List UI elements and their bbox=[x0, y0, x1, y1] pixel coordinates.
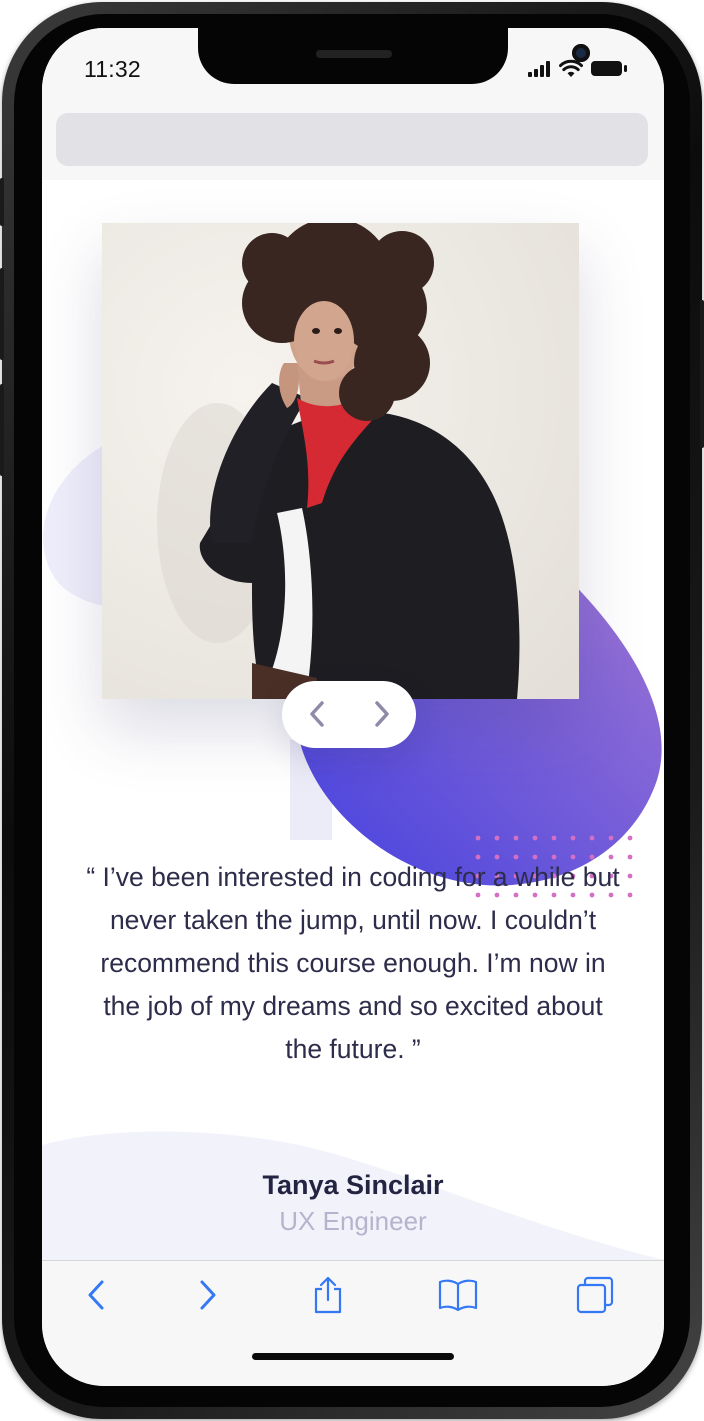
decoration-dot bbox=[532, 835, 538, 841]
decoration-dot bbox=[627, 854, 633, 860]
share-button[interactable] bbox=[308, 1275, 348, 1315]
wifi-icon bbox=[559, 59, 583, 77]
forward-button[interactable] bbox=[188, 1275, 228, 1315]
tabs-icon bbox=[576, 1276, 614, 1314]
bookmarks-icon bbox=[438, 1279, 478, 1312]
home-indicator bbox=[252, 1353, 454, 1360]
decoration-dot bbox=[475, 835, 481, 841]
mute-switch bbox=[0, 178, 4, 226]
testimonial-photo bbox=[102, 223, 579, 699]
speaker bbox=[316, 50, 392, 58]
tabs-button[interactable] bbox=[575, 1275, 615, 1315]
carousel-controls bbox=[282, 681, 416, 748]
back-icon bbox=[88, 1280, 104, 1310]
chevron-left-icon bbox=[310, 701, 324, 727]
decoration-dot bbox=[570, 835, 576, 841]
address-bar[interactable] bbox=[56, 113, 648, 166]
status-time: 11:32 bbox=[84, 56, 141, 82]
next-button[interactable] bbox=[357, 689, 407, 739]
battery-icon bbox=[591, 61, 627, 76]
volume-down-button bbox=[0, 384, 4, 476]
decoration-dot bbox=[627, 835, 633, 841]
share-icon bbox=[314, 1276, 342, 1314]
decoration-dot bbox=[551, 835, 557, 841]
power-button bbox=[700, 300, 704, 448]
back-button[interactable] bbox=[76, 1275, 116, 1315]
notch bbox=[198, 28, 590, 84]
decoration-dot bbox=[608, 835, 614, 841]
web-page: “ I’ve been interested in coding for a w… bbox=[42, 180, 664, 1260]
decoration-dot bbox=[513, 835, 519, 841]
forward-icon bbox=[200, 1280, 216, 1310]
author-role: UX Engineer bbox=[279, 1206, 427, 1236]
testimonial-quote: “ I’ve been interested in coding for a w… bbox=[86, 862, 620, 1064]
browser-toolbar bbox=[42, 1260, 664, 1386]
decoration-dot bbox=[589, 835, 595, 841]
bookmarks-button[interactable] bbox=[438, 1275, 478, 1315]
chevron-right-icon bbox=[375, 701, 389, 727]
previous-button[interactable] bbox=[292, 689, 342, 739]
signal-icon bbox=[528, 61, 550, 77]
decoration-dot bbox=[627, 892, 633, 898]
decoration-dot bbox=[627, 873, 633, 879]
author-name: Tanya Sinclair bbox=[262, 1170, 444, 1200]
volume-up-button bbox=[0, 268, 4, 360]
screen: 11:32 “ I’ve been interested in coding f… bbox=[42, 28, 664, 1386]
decoration-dot bbox=[494, 835, 500, 841]
portrait-illustration bbox=[102, 223, 579, 699]
